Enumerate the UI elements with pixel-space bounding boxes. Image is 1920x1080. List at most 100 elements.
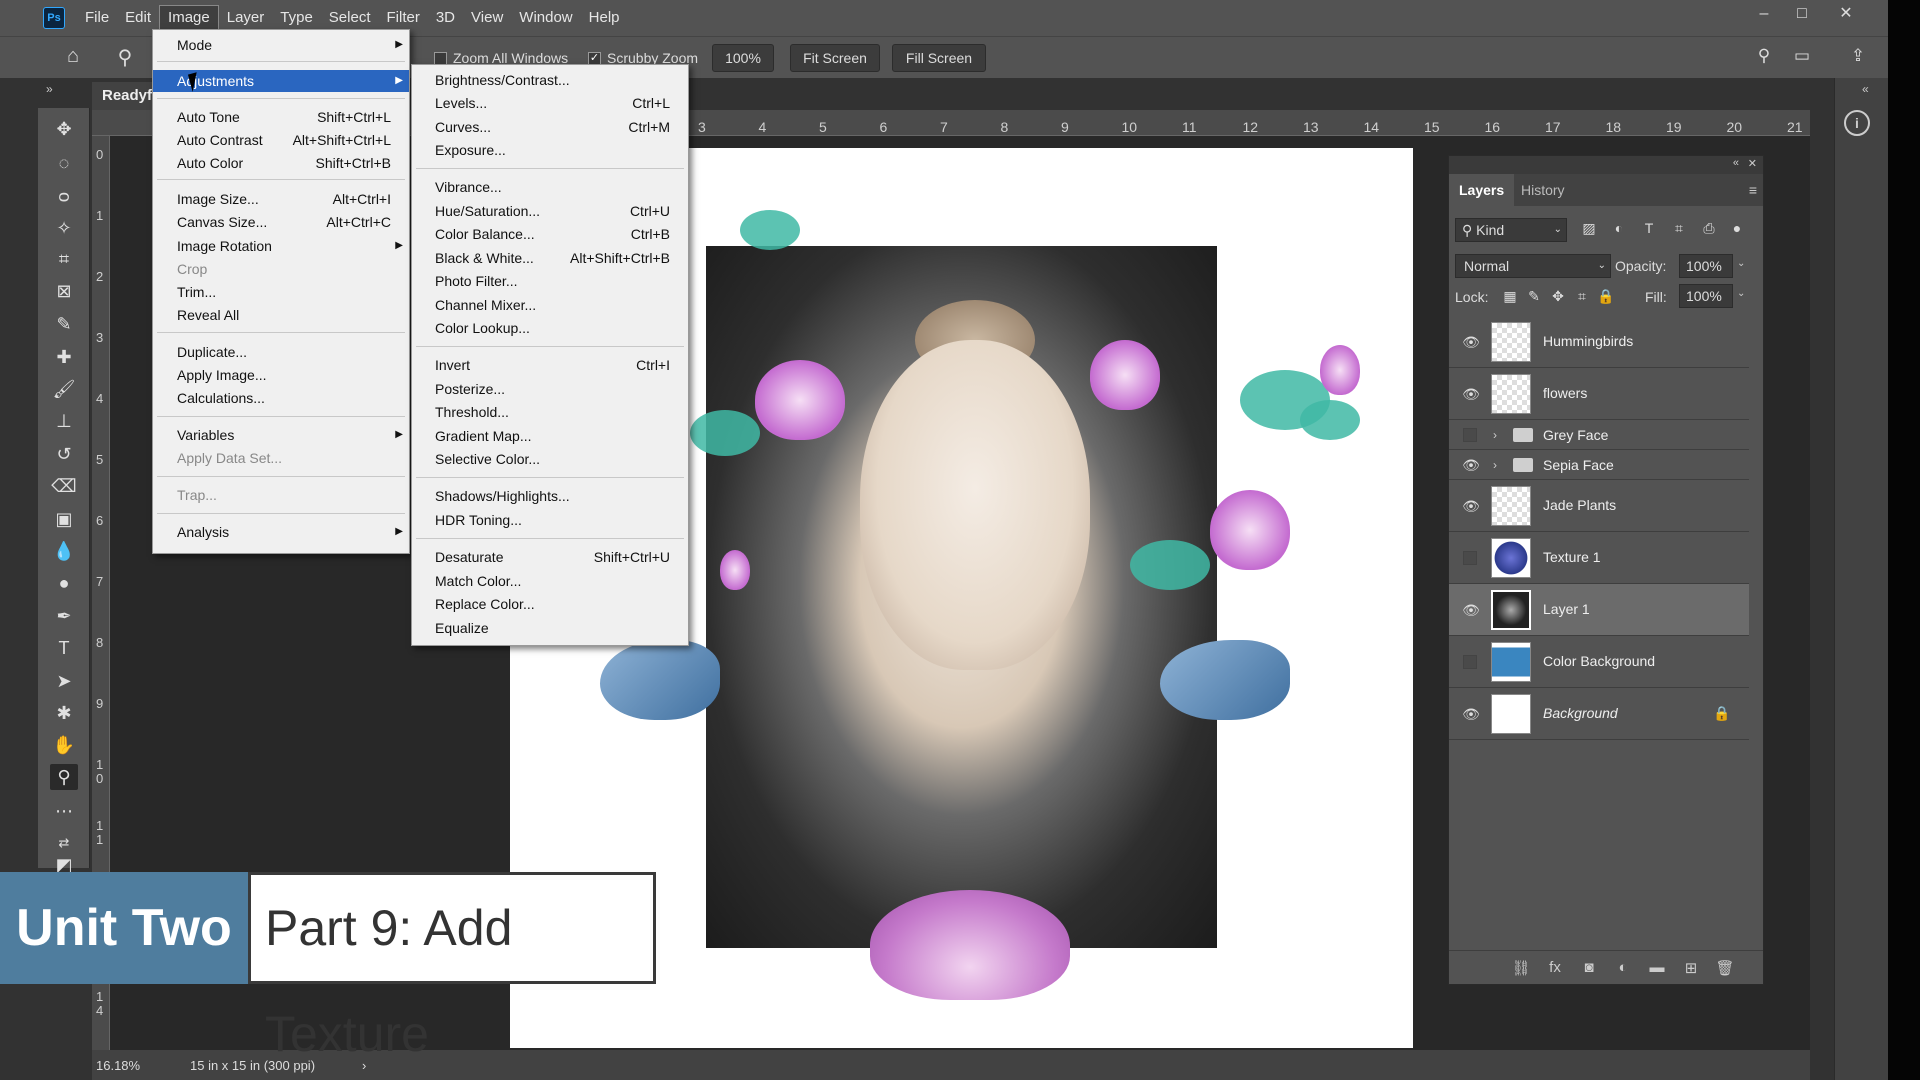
menu-item-levels[interactable]: Levels... Ctrl+L [412, 92, 688, 114]
menu-item-posterize[interactable]: Posterize... [412, 378, 688, 400]
dodge-tool-icon[interactable]: ● [50, 570, 78, 596]
menu-file[interactable]: File [77, 0, 117, 36]
eye-icon[interactable]: 👁 [1461, 496, 1481, 516]
visibility-off-box[interactable] [1463, 655, 1477, 669]
layer-row-selected[interactable]: 👁 Layer 1 [1449, 584, 1749, 636]
menu-view[interactable]: View [463, 0, 511, 36]
menu-item-brightness-contrast[interactable]: Brightness/Contrast... [412, 69, 688, 91]
layer-group-row[interactable]: › Grey Face [1449, 420, 1749, 450]
eye-icon[interactable]: 👁 [1461, 455, 1481, 475]
menu-item-match-color[interactable]: Match Color... [412, 570, 688, 592]
frame-tool-icon[interactable]: ⊠ [50, 278, 78, 304]
menu-item-calculations[interactable]: Calculations... [153, 387, 409, 409]
menu-item-hue-saturation[interactable]: Hue/Saturation... Ctrl+U [412, 200, 688, 222]
tab-layers[interactable]: Layers [1449, 174, 1515, 206]
maximize-icon[interactable]: □ [1782, 0, 1822, 30]
menu-item-mode[interactable]: Mode ▶ [153, 34, 409, 56]
new-group-icon[interactable]: ▬ [1647, 959, 1667, 979]
workspace-icon[interactable]: ▭ [1790, 46, 1814, 70]
link-layers-icon[interactable]: ⛓ [1511, 959, 1531, 979]
new-layer-icon[interactable]: ⊞ [1681, 959, 1701, 979]
type-filter-icon[interactable]: T [1639, 220, 1659, 240]
menu-window[interactable]: Window [511, 0, 580, 36]
menu-item-desaturate[interactable]: Desaturate Shift+Ctrl+U [412, 546, 688, 568]
kind-filter-select[interactable]: ⚲ Kind ⌄ [1455, 218, 1567, 242]
chevron-right-icon[interactable]: › [1493, 428, 1497, 442]
move-tool-icon[interactable]: ✥ [50, 116, 78, 142]
panel-menu-icon[interactable]: ≡ [1749, 182, 1757, 198]
close-panel-icon[interactable]: ✕ [1748, 157, 1757, 170]
info-icon[interactable]: i [1844, 110, 1870, 136]
lock-artboard-icon[interactable]: ⌗ [1573, 288, 1591, 306]
menu-item-curves[interactable]: Curves... Ctrl+M [412, 116, 688, 138]
menu-item-reveal-all[interactable]: Reveal All [153, 304, 409, 326]
layer-row[interactable]: 👁 Jade Plants [1449, 480, 1749, 532]
visibility-off-box[interactable] [1463, 551, 1477, 565]
brush-tool-icon[interactable]: 🖌 [50, 376, 78, 402]
eye-icon[interactable]: 👁 [1461, 384, 1481, 404]
adjustment-filter-icon[interactable]: ◐ [1609, 220, 1629, 240]
gradient-tool-icon[interactable]: ▣ [50, 506, 78, 532]
menu-item-auto-contrast[interactable]: Auto Contrast Alt+Shift+Ctrl+L [153, 129, 409, 151]
menu-item-apply-image[interactable]: Apply Image... [153, 364, 409, 386]
lock-brush-icon[interactable]: ✎ [1525, 288, 1543, 306]
magic-wand-tool-icon[interactable]: ✧ [50, 215, 78, 241]
menu-item-channel-mixer[interactable]: Channel Mixer... [412, 294, 688, 316]
layer-row[interactable]: 👁 Hummingbirds [1449, 316, 1749, 368]
search-icon[interactable]: ⚲ [1752, 46, 1776, 70]
shape-tool-icon[interactable]: ✱ [50, 700, 78, 726]
collapse-panel-icon[interactable]: « [1733, 157, 1739, 169]
marquee-tool-icon[interactable]: ◌ [50, 150, 78, 176]
healing-brush-tool-icon[interactable]: ✚ [50, 344, 78, 370]
zoom-tool-icon[interactable]: ⚲ [50, 764, 78, 790]
menu-3d[interactable]: 3D [428, 0, 463, 36]
menu-item-color-balance[interactable]: Color Balance... Ctrl+B [412, 223, 688, 245]
home-icon[interactable]: ⌂ [60, 45, 86, 71]
opacity-field[interactable]: 100% [1679, 254, 1733, 278]
menu-item-variables[interactable]: Variables ▶ [153, 424, 409, 446]
blend-mode-select[interactable]: Normal ⌄ [1455, 254, 1611, 278]
fit-screen-button[interactable]: Fit Screen [790, 44, 880, 72]
share-icon[interactable]: ⇪ [1846, 46, 1870, 70]
zoom-percent-field[interactable]: 100% [712, 44, 774, 72]
menu-item-vibrance[interactable]: Vibrance... [412, 176, 688, 198]
menu-item-black-white[interactable]: Black & White... Alt+Shift+Ctrl+B [412, 247, 688, 269]
layer-row[interactable]: 👁 flowers [1449, 368, 1749, 420]
path-selection-tool-icon[interactable]: ➤ [50, 668, 78, 694]
menu-item-image-rotation[interactable]: Image Rotation ▶ [153, 235, 409, 257]
menu-item-equalize[interactable]: Equalize [412, 617, 688, 639]
menu-item-analysis[interactable]: Analysis ▶ [153, 521, 409, 543]
layer-group-row[interactable]: 👁 › Sepia Face [1449, 450, 1749, 480]
eye-icon[interactable]: 👁 [1461, 600, 1481, 620]
adjustment-layer-icon[interactable]: ◐ [1613, 959, 1633, 979]
visibility-off-box[interactable] [1463, 428, 1477, 442]
menu-item-hdr-toning[interactable]: HDR Toning... [412, 509, 688, 531]
menu-item-duplicate[interactable]: Duplicate... [153, 341, 409, 363]
trash-icon[interactable]: 🗑 [1715, 959, 1735, 979]
layer-row[interactable]: Texture 1 [1449, 532, 1749, 584]
type-tool-icon[interactable]: T [50, 635, 78, 661]
layer-style-icon[interactable]: fx [1545, 959, 1565, 979]
eye-icon[interactable]: 👁 [1461, 704, 1481, 724]
history-brush-tool-icon[interactable]: ↺ [50, 441, 78, 467]
hand-tool-icon[interactable]: ✋ [50, 732, 78, 758]
menu-item-auto-tone[interactable]: Auto Tone Shift+Ctrl+L [153, 106, 409, 128]
blur-tool-icon[interactable]: 💧 [50, 538, 78, 564]
menu-item-invert[interactable]: Invert Ctrl+I [412, 354, 688, 376]
menu-item-auto-color[interactable]: Auto Color Shift+Ctrl+B [153, 152, 409, 174]
eraser-tool-icon[interactable]: ⌫ [50, 473, 78, 499]
eye-icon[interactable]: 👁 [1461, 332, 1481, 352]
crop-tool-icon[interactable]: ⌗ [50, 246, 78, 272]
menu-help[interactable]: Help [581, 0, 628, 36]
collapse-dock-icon[interactable]: « [1862, 82, 1869, 96]
lock-position-icon[interactable]: ✥ [1549, 288, 1567, 306]
add-mask-icon[interactable]: ◙ [1579, 959, 1599, 979]
fill-field[interactable]: 100% [1679, 284, 1733, 308]
lasso-tool-icon[interactable]: ᴑ [50, 183, 78, 209]
chevron-right-icon[interactable]: › [1493, 458, 1497, 472]
shape-filter-icon[interactable]: ⌗ [1669, 220, 1689, 240]
menu-item-selective-color[interactable]: Selective Color... [412, 448, 688, 470]
menu-item-photo-filter[interactable]: Photo Filter... [412, 270, 688, 292]
eyedropper-tool-icon[interactable]: ✎ [50, 311, 78, 337]
zoom-tool-icon[interactable]: ⚲ [112, 45, 138, 71]
